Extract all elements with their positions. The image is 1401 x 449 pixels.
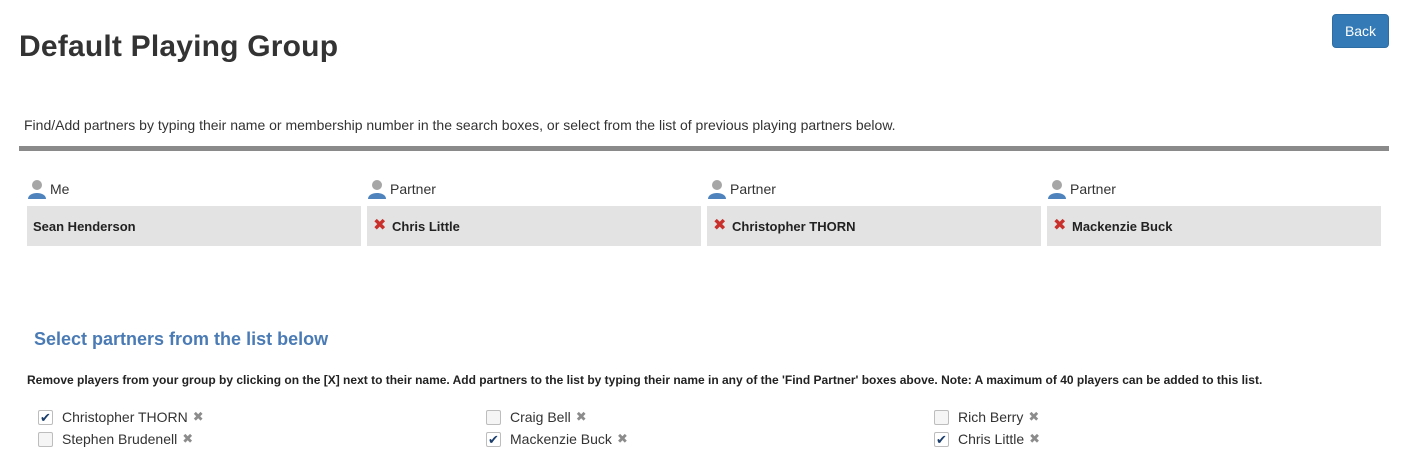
section-heading: Select partners from the list below xyxy=(34,329,329,349)
partner-name: Rich Berry xyxy=(958,409,1024,425)
remove-icon[interactable]: ✖ xyxy=(373,218,391,234)
page-title: Default Playing Group xyxy=(19,30,339,63)
partner-name: Stephen Brudenell xyxy=(62,431,178,447)
partner-checkbox[interactable] xyxy=(934,409,949,425)
partner-item: ✔ Christopher THORN ✖ xyxy=(38,407,204,427)
divider xyxy=(19,146,1389,151)
slot-label: Partner xyxy=(730,181,776,197)
delete-x-icon[interactable]: ✖ xyxy=(576,409,587,425)
delete-x-icon[interactable]: ✖ xyxy=(193,409,204,425)
check-icon: ✔ xyxy=(936,431,947,447)
user-icon xyxy=(367,179,387,199)
partner-checkbox[interactable]: ✔ xyxy=(38,409,53,425)
slot-player-name: Sean Henderson xyxy=(33,218,136,234)
partner-item: ✔ Chris Little ✖ xyxy=(934,429,1040,449)
partner-name: Chris Little xyxy=(958,431,1025,447)
partner-name: Craig Bell xyxy=(510,409,571,425)
player-slot-partner-1: Partner ✖ Chris Little xyxy=(367,178,701,246)
partner-name: Christopher THORN xyxy=(62,409,188,425)
player-slot-partner-3: Partner ✖ Mackenzie Buck xyxy=(1047,178,1381,246)
delete-x-icon[interactable]: ✖ xyxy=(182,431,193,447)
delete-x-icon[interactable]: ✖ xyxy=(1028,409,1039,425)
user-icon xyxy=(707,179,727,199)
partner-checkbox[interactable] xyxy=(486,409,501,425)
back-button[interactable]: Back xyxy=(1332,14,1389,48)
partner-item: Craig Bell ✖ xyxy=(486,407,587,427)
slot-name-box[interactable]: ✖ Chris Little xyxy=(367,206,701,246)
intro-text: Find/Add partners by typing their name o… xyxy=(24,117,896,133)
slot-player-name: Mackenzie Buck xyxy=(1072,218,1173,234)
partner-item: ✔ Mackenzie Buck ✖ xyxy=(486,429,628,449)
slot-name-box: Sean Henderson xyxy=(27,206,361,246)
partner-item: Stephen Brudenell ✖ xyxy=(38,429,193,449)
partner-name: Mackenzie Buck xyxy=(510,431,612,447)
partner-checkbox[interactable] xyxy=(38,431,53,447)
check-icon: ✔ xyxy=(488,431,499,447)
user-icon xyxy=(1047,179,1067,199)
slot-name-box[interactable]: ✖ Christopher THORN xyxy=(707,206,1041,246)
partner-checkbox[interactable]: ✔ xyxy=(934,431,949,447)
partner-item: Rich Berry ✖ xyxy=(934,407,1039,427)
remove-icon[interactable]: ✖ xyxy=(713,218,731,234)
user-icon xyxy=(27,179,47,199)
slot-label: Me xyxy=(50,181,70,197)
slot-label: Partner xyxy=(1070,181,1116,197)
delete-x-icon[interactable]: ✖ xyxy=(617,431,628,447)
delete-x-icon[interactable]: ✖ xyxy=(1029,431,1040,447)
partner-checkbox[interactable]: ✔ xyxy=(486,431,501,447)
slot-player-name: Chris Little xyxy=(392,218,460,234)
remove-icon[interactable]: ✖ xyxy=(1053,218,1071,234)
slot-label: Partner xyxy=(390,181,436,197)
check-icon: ✔ xyxy=(40,409,51,425)
player-slot-partner-2: Partner ✖ Christopher THORN xyxy=(707,178,1041,246)
slot-name-box[interactable]: ✖ Mackenzie Buck xyxy=(1047,206,1381,246)
instructions-text: Remove players from your group by clicki… xyxy=(27,373,1263,387)
player-slot-me: Me Sean Henderson xyxy=(27,178,361,246)
slot-player-name: Christopher THORN xyxy=(732,218,856,234)
